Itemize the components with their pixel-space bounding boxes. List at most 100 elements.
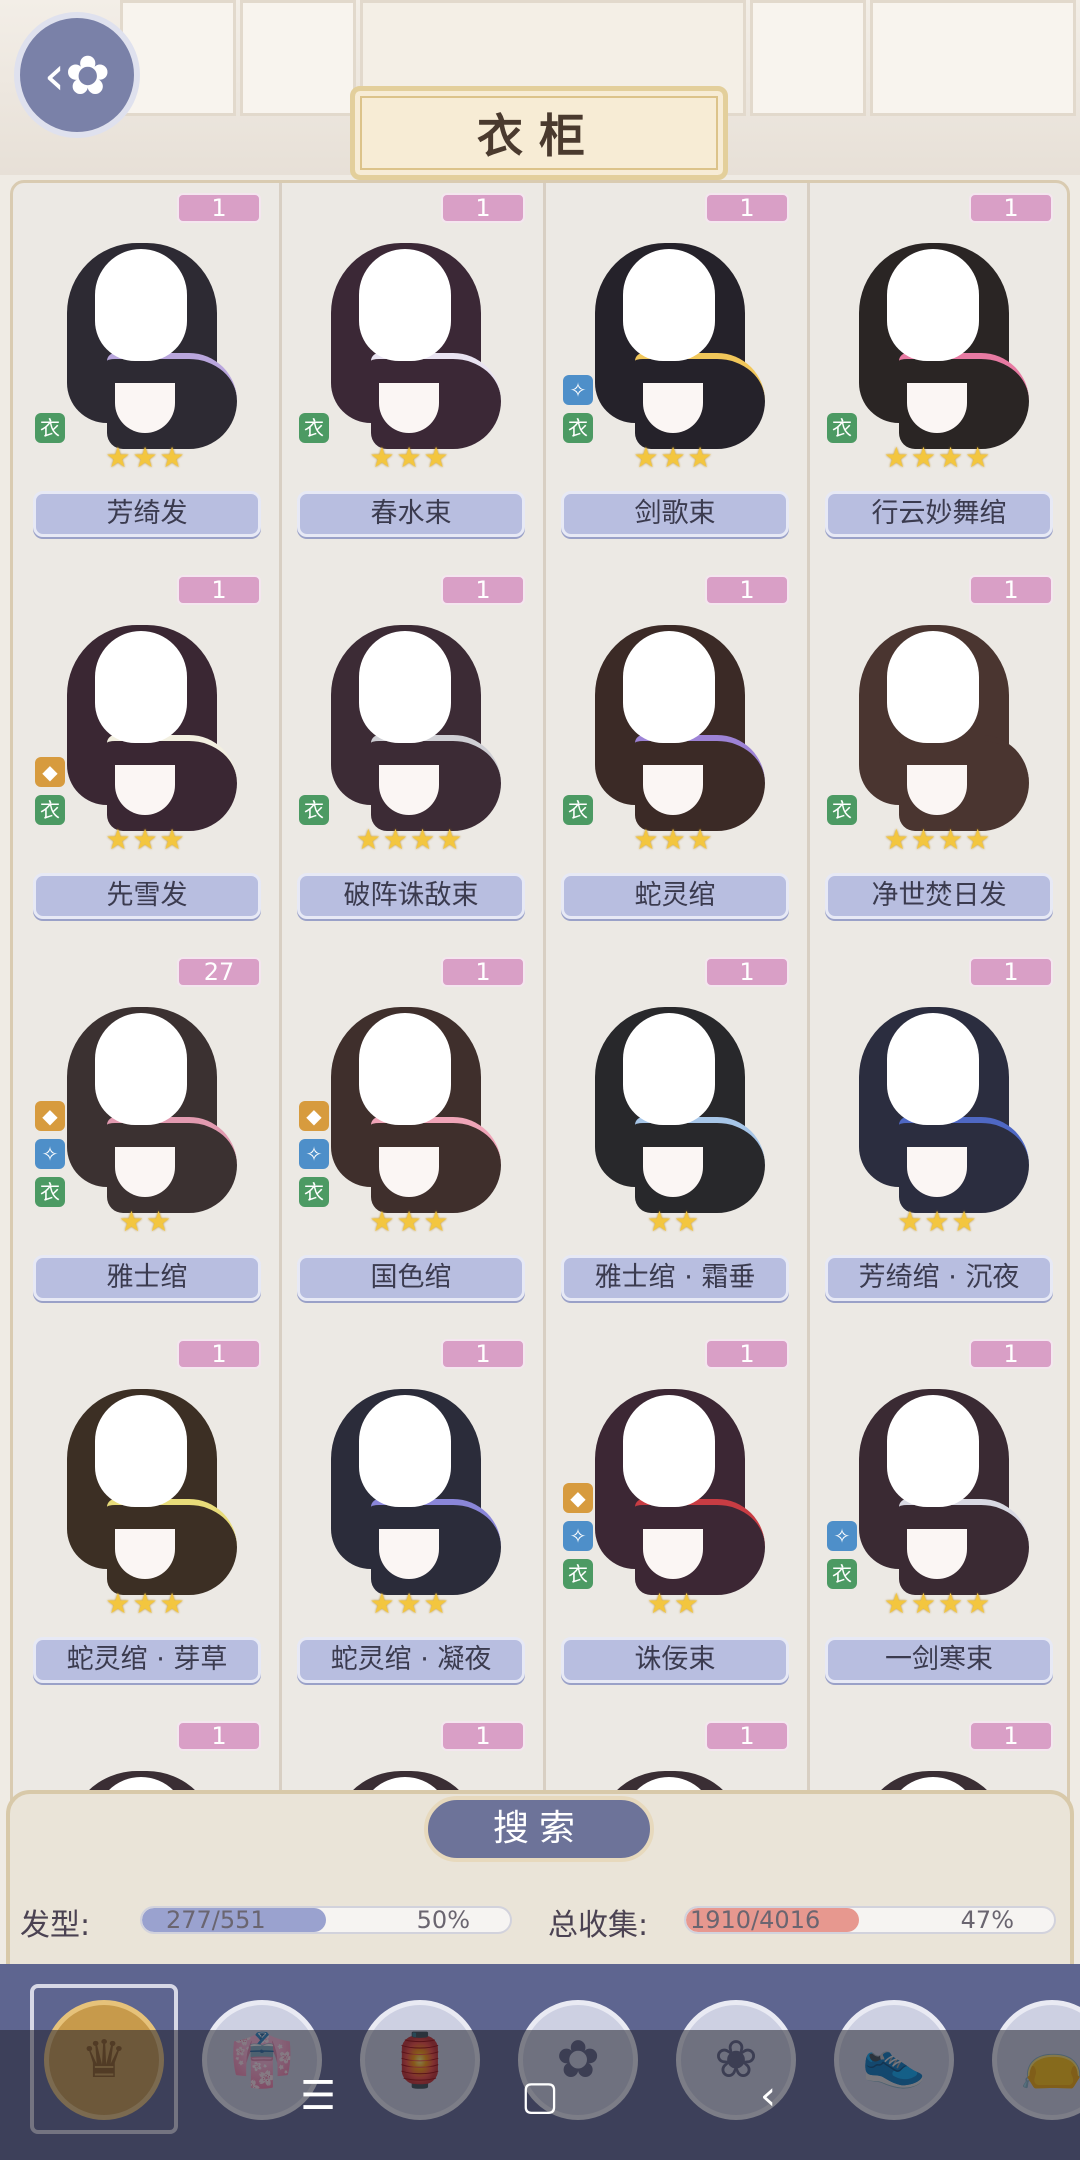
back-nav-button[interactable]: ‹: [746, 2074, 790, 2118]
wardrobe-item-card[interactable]: 27 ◆ ✧ 衣 ★★ 雅士绾: [17, 947, 275, 1325]
item-count-badge: 1: [969, 1339, 1053, 1369]
item-count-badge: 1: [705, 575, 789, 605]
wardrobe-item-card[interactable]: 1 ✧ 衣 ★★★★ 一剑寒束: [809, 1329, 1067, 1707]
mannequin-face: [623, 1013, 715, 1125]
menu-nav-button[interactable]: ☰: [296, 2074, 340, 2118]
source-green-icon: 衣: [35, 413, 65, 443]
hair-count-label: 发型:: [20, 1908, 91, 1943]
rarity-stars: ★★★: [633, 441, 715, 474]
item-name-label: 雅士绾 · 霜垂: [561, 1255, 789, 1301]
wardrobe-item-card[interactable]: 1 衣 ★★★ 蛇灵绾: [545, 565, 803, 943]
item-count-badge: 1: [177, 1339, 261, 1369]
wardrobe-item-card[interactable]: 1 衣 ★★★ 春水束: [281, 183, 539, 561]
source-gold-icon: ◆: [35, 757, 65, 787]
rarity-stars: ★★: [646, 1587, 702, 1620]
total-percent: 47%: [960, 1906, 1014, 1934]
item-count-badge: 1: [969, 1721, 1053, 1751]
item-count-badge: 1: [705, 1339, 789, 1369]
source-blue-icon: ✧: [299, 1139, 329, 1169]
mannequin-face: [623, 631, 715, 743]
source-gold-icon: ◆: [35, 1101, 65, 1131]
source-gold-icon: ◆: [299, 1101, 329, 1131]
item-name-label: 剑歌束: [561, 491, 789, 537]
item-count-badge: 1: [705, 193, 789, 223]
mannequin-face: [887, 1395, 979, 1507]
item-name-label: 春水束: [297, 491, 525, 537]
item-name-label: 国色绾: [297, 1255, 525, 1301]
item-count-badge: 1: [705, 957, 789, 987]
screen-panel: [870, 0, 1076, 116]
item-count-badge: 1: [441, 193, 525, 223]
mannequin-face: [359, 249, 451, 361]
item-count-badge: 1: [969, 957, 1053, 987]
total-progress-bar: 1910/4016 47%: [684, 1906, 1056, 1934]
item-name-label: 行云妙舞绾: [825, 491, 1053, 537]
wardrobe-item-card[interactable]: 1 ★★ 雅士绾 · 霜垂: [545, 947, 803, 1325]
source-gold-icon: ◆: [563, 1483, 593, 1513]
mannequin-face: [887, 249, 979, 361]
item-name-label: 诛佞束: [561, 1637, 789, 1683]
source-green-icon: 衣: [35, 795, 65, 825]
mannequin-face: [95, 249, 187, 361]
item-count-badge: 1: [441, 1721, 525, 1751]
search-button[interactable]: 搜索: [424, 1796, 654, 1862]
item-count-badge: 27: [177, 957, 261, 987]
rarity-stars: ★★★★: [883, 441, 993, 474]
wardrobe-item-card[interactable]: 1 衣 ★★★ 芳绮发: [17, 183, 275, 561]
screen-panel: [240, 0, 356, 116]
source-green-icon: 衣: [563, 1559, 593, 1589]
mannequin-face: [887, 631, 979, 743]
item-name-label: 芳绮发: [33, 491, 261, 537]
rarity-stars: ★★★: [369, 1205, 451, 1238]
item-name-label: 蛇灵绾 · 芽草: [33, 1637, 261, 1683]
wardrobe-item-card[interactable]: 1 ★★★ 蛇灵绾 · 凝夜: [281, 1329, 539, 1707]
source-green-icon: 衣: [563, 413, 593, 443]
mannequin-face: [95, 1395, 187, 1507]
mannequin-face: [623, 1395, 715, 1507]
item-name-label: 蛇灵绾 · 凝夜: [297, 1637, 525, 1683]
butterfly-icon: ‹✿: [43, 43, 111, 107]
source-green-icon: 衣: [827, 413, 857, 443]
wardrobe-item-card[interactable]: 1 ◆ 衣 ★★★ 先雪发: [17, 565, 275, 943]
wardrobe-item-card[interactable]: 1 ✧ 衣 ★★★ 剑歌束: [545, 183, 803, 561]
item-count-badge: 1: [705, 1721, 789, 1751]
wardrobe-item-card[interactable]: 1 ◆ ✧ 衣 ★★ 诛佞束: [545, 1329, 803, 1707]
item-count-badge: 1: [177, 193, 261, 223]
item-name-label: 雅士绾: [33, 1255, 261, 1301]
wardrobe-item-card[interactable]: 1 衣 ★★★★ 净世焚日发: [809, 565, 1067, 943]
home-nav-button[interactable]: ▢: [518, 2074, 562, 2118]
rarity-stars: ★★★: [897, 1205, 979, 1238]
item-count-badge: 1: [177, 575, 261, 605]
rarity-stars: ★★★: [105, 441, 187, 474]
mannequin-face: [359, 631, 451, 743]
mannequin-face: [887, 1013, 979, 1125]
item-name-label: 破阵诛敌束: [297, 873, 525, 919]
wardrobe-item-card[interactable]: 1 ★★★ 蛇灵绾 · 芽草: [17, 1329, 275, 1707]
page-title: 衣柜: [350, 86, 728, 180]
rarity-stars: ★★★★: [883, 1587, 993, 1620]
rarity-stars: ★★★: [369, 441, 451, 474]
source-green-icon: 衣: [827, 1559, 857, 1589]
wardrobe-item-card[interactable]: 1 衣 ★★★★ 破阵诛敌束: [281, 565, 539, 943]
item-count-badge: 1: [969, 193, 1053, 223]
item-name-label: 一剑寒束: [825, 1637, 1053, 1683]
item-name-label: 先雪发: [33, 873, 261, 919]
hair-progress-bar: 277/551 50%: [140, 1906, 512, 1934]
wardrobe-panel[interactable]: 1 衣 ★★★ 芳绮发 1 衣 ★★★ 春水束 1 ✧ 衣 ★★★ 剑歌束 1 衣 ★★★★ 行云妙舞绾 1 ◆ 衣 ★…: [10, 180, 1070, 1960]
wardrobe-item-card[interactable]: 1 ◆ ✧ 衣 ★★★ 国色绾: [281, 947, 539, 1325]
item-count-badge: 1: [441, 575, 525, 605]
wardrobe-item-card[interactable]: 1 ★★★ 芳绮绾 · 沉夜: [809, 947, 1067, 1325]
item-count-badge: 1: [969, 575, 1053, 605]
item-name-label: 芳绮绾 · 沉夜: [825, 1255, 1053, 1301]
source-blue-icon: ✧: [827, 1521, 857, 1551]
source-green-icon: 衣: [827, 795, 857, 825]
source-green-icon: 衣: [35, 1177, 65, 1207]
wardrobe-item-card[interactable]: 1 衣 ★★★★ 行云妙舞绾: [809, 183, 1067, 561]
item-count-badge: 1: [441, 1339, 525, 1369]
source-blue-icon: ✧: [35, 1139, 65, 1169]
rarity-stars: ★★★★: [355, 823, 465, 856]
back-button[interactable]: ‹✿: [14, 12, 140, 138]
rarity-stars: ★★★: [105, 823, 187, 856]
source-blue-icon: ✧: [563, 375, 593, 405]
total-collection-label: 总收集:: [548, 1908, 649, 1943]
